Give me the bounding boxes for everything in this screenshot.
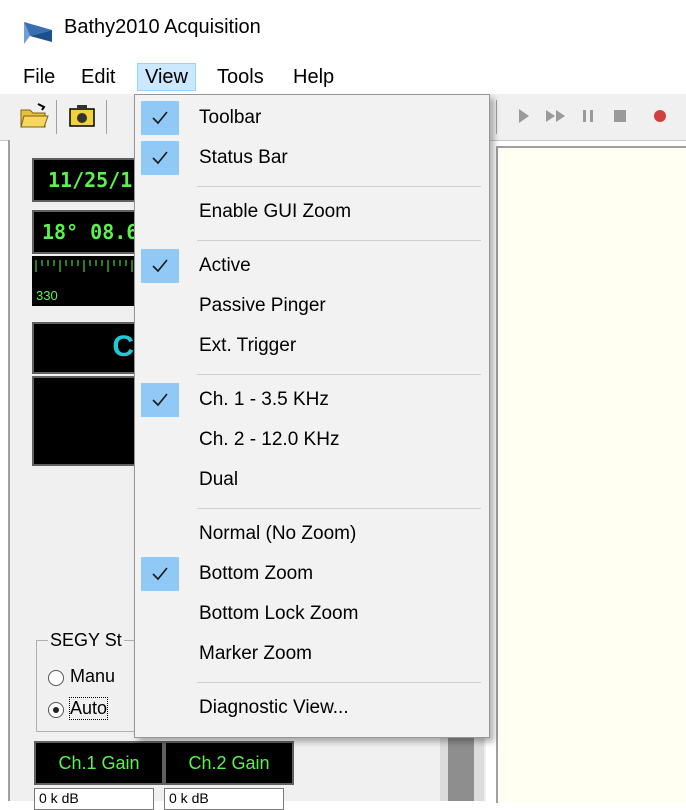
stop-icon[interactable] xyxy=(604,100,636,132)
menu-item-label: Passive Pinger xyxy=(199,295,326,316)
radio-auto[interactable] xyxy=(48,702,64,718)
menu-item-passive-pinger[interactable]: Passive Pinger xyxy=(137,287,485,325)
play-icon[interactable] xyxy=(508,100,540,132)
toolbar-separator xyxy=(496,100,497,134)
menu-item-active[interactable]: Active xyxy=(137,247,485,285)
radio-manual-label: Manu xyxy=(70,666,116,686)
menu-item-label: Ch. 2 - 12.0 KHz xyxy=(199,429,340,450)
menu-item-dual[interactable]: Dual xyxy=(137,461,485,499)
app-icon xyxy=(24,22,52,44)
compass-label: 330 xyxy=(36,288,58,303)
menu-item-bottom-zoom[interactable]: Bottom Zoom xyxy=(137,555,485,593)
menu-view[interactable]: View xyxy=(137,63,196,91)
toolbar-separator xyxy=(106,100,107,134)
fast-forward-icon[interactable] xyxy=(540,100,572,132)
checkmark-icon xyxy=(141,557,179,591)
menu-item-label: Bottom Zoom xyxy=(199,563,314,584)
menu-file[interactable]: File xyxy=(16,64,62,90)
menu-separator xyxy=(197,186,481,187)
menu-item-ch1-3-5khz[interactable]: Ch. 1 - 3.5 KHz xyxy=(137,381,485,419)
menu-item-label: Status Bar xyxy=(199,147,288,168)
pause-icon[interactable] xyxy=(572,100,604,132)
readout-display xyxy=(32,376,140,466)
menu-item-bottom-lock-zoom[interactable]: Bottom Lock Zoom xyxy=(137,595,485,633)
radio-manual[interactable] xyxy=(48,670,64,686)
echogram-pane xyxy=(496,146,686,803)
checkmark-icon xyxy=(141,141,179,175)
compass-ruler: 330 xyxy=(32,256,142,306)
menu-item-diagnostic-view[interactable]: Diagnostic View... xyxy=(137,689,485,727)
open-folder-icon[interactable] xyxy=(18,100,50,132)
radio-auto-label: Auto xyxy=(68,697,109,720)
menu-item-enable-gui-zoom[interactable]: Enable GUI Zoom xyxy=(137,193,485,231)
menu-help[interactable]: Help xyxy=(286,64,341,90)
menu-item-label: Dual xyxy=(199,469,239,490)
ch1-gain-combo-value: 0 k dB xyxy=(39,790,79,806)
menu-item-label: Normal (No Zoom) xyxy=(199,523,357,544)
menu-item-label: Bottom Lock Zoom xyxy=(199,603,359,624)
menu-item-status-bar[interactable]: Status Bar xyxy=(137,139,485,177)
ch2-gain-combo[interactable]: 0 k dB xyxy=(164,788,284,810)
menu-item-label: Marker Zoom xyxy=(199,643,312,664)
ch1-gain-display: Ch.1 Gain xyxy=(34,741,164,785)
menu-tools[interactable]: Tools xyxy=(210,64,271,90)
menu-separator xyxy=(197,682,481,683)
toolbar-separator xyxy=(56,100,57,134)
ch2-gain-combo-value: 0 k dB xyxy=(169,790,209,806)
position-display: 18° 08.6 xyxy=(32,210,142,254)
menu-edit[interactable]: Edit xyxy=(74,64,122,90)
menu-item-normal-no-zoom[interactable]: Normal (No Zoom) xyxy=(137,515,485,553)
menu-item-label: Diagnostic View... xyxy=(199,697,349,718)
menu-item-label: Ext. Trigger xyxy=(199,335,297,356)
ch1-gain-combo[interactable]: 0 k dB xyxy=(34,788,154,810)
menu-item-label: Ch. 1 - 3.5 KHz xyxy=(199,389,329,410)
position-display-text: 18° 08.6 xyxy=(42,220,139,244)
checkmark-icon xyxy=(141,249,179,283)
date-display: 11/25/1 xyxy=(32,158,142,202)
view-menu-dropdown: Toolbar Status Bar Enable GUI Zoom Active Pa… xyxy=(134,94,490,738)
checkmark-icon xyxy=(141,383,179,417)
menu-item-toolbar[interactable]: Toolbar xyxy=(137,99,485,137)
window-title: Bathy2010 Acquisition xyxy=(64,16,261,38)
menu-item-ext-trigger[interactable]: Ext. Trigger xyxy=(137,327,485,365)
menu-item-marker-zoom[interactable]: Marker Zoom xyxy=(137,635,485,673)
menu-separator xyxy=(197,508,481,509)
menu-item-label: Toolbar xyxy=(199,107,262,128)
depth-display-text: C xyxy=(112,330,134,363)
depth-display: C xyxy=(32,322,140,374)
menu-item-label: Active xyxy=(199,255,251,276)
camera-icon[interactable] xyxy=(66,100,98,132)
menu-item-label: Enable GUI Zoom xyxy=(199,201,352,222)
menu-separator xyxy=(197,374,481,375)
record-icon[interactable] xyxy=(644,100,676,132)
menu-separator xyxy=(197,240,481,241)
menu-bar: File Edit View Tools Help xyxy=(0,60,686,94)
ruler-ticks xyxy=(35,260,133,272)
menu-item-ch2-12khz[interactable]: Ch. 2 - 12.0 KHz xyxy=(137,421,485,459)
segy-group-title: SEGY St xyxy=(48,630,124,651)
date-display-text: 11/25/1 xyxy=(48,168,133,192)
title-bar: Bathy2010 Acquisition xyxy=(0,0,686,60)
checkmark-icon xyxy=(141,101,179,135)
ch2-gain-display: Ch.2 Gain xyxy=(164,741,294,785)
